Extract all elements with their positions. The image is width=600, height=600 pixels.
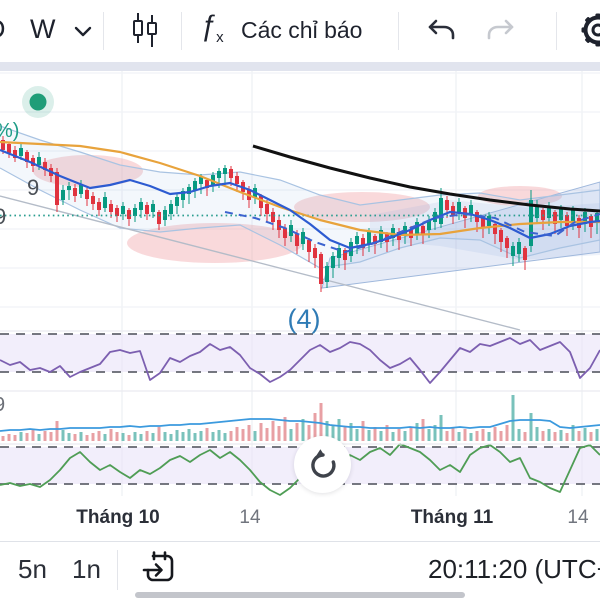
clock-display[interactable]: 20:11:20 (UTC+: [428, 554, 600, 585]
top-toolbar: D W ƒx Các chỉ báo: [0, 0, 600, 62]
interval-partial-label: D: [0, 14, 6, 45]
refresh-button[interactable]: [294, 436, 351, 493]
toolbar-divider: [117, 550, 118, 590]
annotation-label: (4): [288, 304, 321, 334]
toolbar-chart-divider-strip: [0, 62, 600, 71]
svg-text:9: 9: [27, 175, 39, 200]
undo-button[interactable]: [418, 10, 464, 52]
candlestick-icon: [133, 12, 157, 47]
time-axis: Tháng 10 14 Tháng 11 14: [76, 507, 589, 528]
svg-text:Tháng 11: Tháng 11: [411, 507, 494, 528]
rsi-panel: [0, 333, 600, 384]
svg-text:Tháng 10: Tháng 10: [76, 507, 159, 528]
bottom-toolbar: 5n 1n 20:11:20 (UTC+: [0, 541, 600, 600]
calendar-goto-icon: [142, 550, 174, 581]
trading-app-screen: %)999 (4) Tháng 1014Tháng 1114 D W ƒx Cá: [0, 0, 600, 600]
goto-date-button[interactable]: [138, 548, 180, 590]
volume-panel: [0, 395, 600, 441]
svg-text:%): %): [0, 120, 19, 142]
settings-button[interactable]: [574, 8, 600, 54]
refresh-icon: [310, 448, 336, 478]
svg-text:14: 14: [239, 507, 261, 528]
marker-dot: [22, 86, 54, 118]
redo-button[interactable]: [478, 10, 524, 52]
interval-label: W: [30, 14, 56, 44]
chevron-down-icon: [74, 26, 92, 37]
grid-layer: [0, 71, 600, 496]
redo-icon: [487, 19, 514, 39]
toolbar-divider: [103, 12, 104, 50]
chart-style-button[interactable]: [120, 8, 170, 54]
interval-5n-button[interactable]: 5n: [18, 554, 47, 585]
svg-text:14: 14: [567, 507, 589, 528]
indicators-label: Các chỉ báo: [241, 17, 363, 43]
svg-text:(4): (4): [288, 304, 321, 334]
home-indicator-bar: [135, 592, 465, 598]
chart-canvas[interactable]: %)999 (4) Tháng 1014Tháng 1114: [0, 0, 600, 600]
toolbar-divider: [556, 12, 557, 50]
undo-icon: [428, 19, 455, 39]
svg-text:9: 9: [0, 394, 5, 416]
fx-icon: ƒx: [200, 10, 224, 46]
interval-1n-button[interactable]: 1n: [72, 554, 101, 585]
toolbar-divider: [398, 12, 399, 50]
svg-text:9: 9: [0, 204, 6, 229]
toolbar-divider: [181, 12, 182, 50]
gear-icon: [581, 13, 600, 47]
